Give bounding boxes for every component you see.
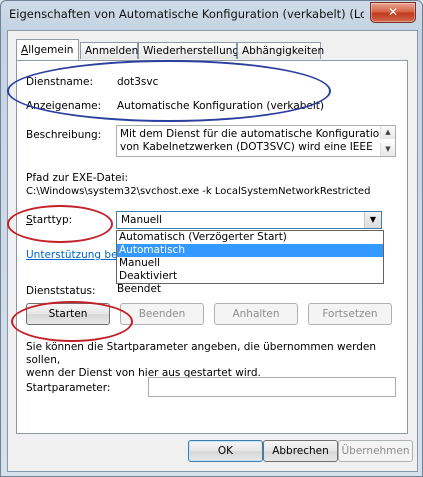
tab-logon[interactable]: Anmelden [80,42,138,59]
close-button[interactable]: ✕ [370,2,416,23]
status-value: Beendet [117,283,162,295]
resume-button[interactable]: Fortsetzen [308,303,392,325]
scroll-up-icon[interactable]: ▲ [380,126,395,139]
tab-recovery[interactable]: Wiederherstellung [138,42,239,59]
properties-window: Eigenschaften von Automatische Konfigura… [0,0,423,477]
apply-button[interactable]: Übernehmen [338,440,413,462]
description-textbox[interactable]: Mit dem Dienst für die automatische Konf… [116,125,396,157]
scroll-down-icon[interactable]: ▼ [380,143,395,156]
annotation-ellipse-names [7,60,331,122]
startup-option[interactable]: Automatisch (Verzögerter Start) [117,231,383,244]
description-line: von Kabelnetzwerken (DOT3SVC) wird eine … [120,141,373,153]
startup-type-value: Manuell [121,214,163,226]
exe-path-value: C:\Windows\system32\svchost.exe -k Local… [26,186,371,197]
ok-button[interactable]: OK [188,440,263,462]
pause-button[interactable]: Anhalten [214,303,298,325]
startup-option[interactable]: Manuell [117,257,383,270]
annotation-ellipse-startup [7,205,113,243]
chevron-down-icon[interactable]: ▼ [364,212,381,228]
startup-type-select[interactable]: Manuell ▼ [116,211,382,229]
status-label: Dienststatus: [26,285,96,297]
cancel-button[interactable]: Abbrechen [263,440,338,462]
title-bar[interactable]: Eigenschaften von Automatische Konfigura… [1,1,422,29]
startup-option[interactable]: Deaktiviert [117,270,383,283]
annotation-ellipse-start [11,301,133,342]
start-params-label: Startparameter: [26,382,111,394]
description-line: Mit dem Dienst für die automatische Konf… [120,128,386,140]
description-label: Beschreibung: [26,129,102,141]
close-icon: ✕ [387,5,399,19]
tab-dependencies[interactable]: Abhängigkeiten [237,42,324,59]
start-params-hint: Sie können die Startparameter angeben, d… [26,341,376,379]
tab-general[interactable]: Allgemein [16,39,79,60]
help-link[interactable]: Unterstützung beim [26,249,131,261]
exe-path-label: Pfad zur EXE-Datei: [26,172,129,184]
startup-type-dropdown: Automatisch (Verzögerter Start) Automati… [116,230,384,284]
window-title: Eigenschaften von Automatische Konfigura… [9,7,364,21]
start-params-input[interactable] [148,377,396,397]
startup-option-selected[interactable]: Automatisch [117,244,383,257]
